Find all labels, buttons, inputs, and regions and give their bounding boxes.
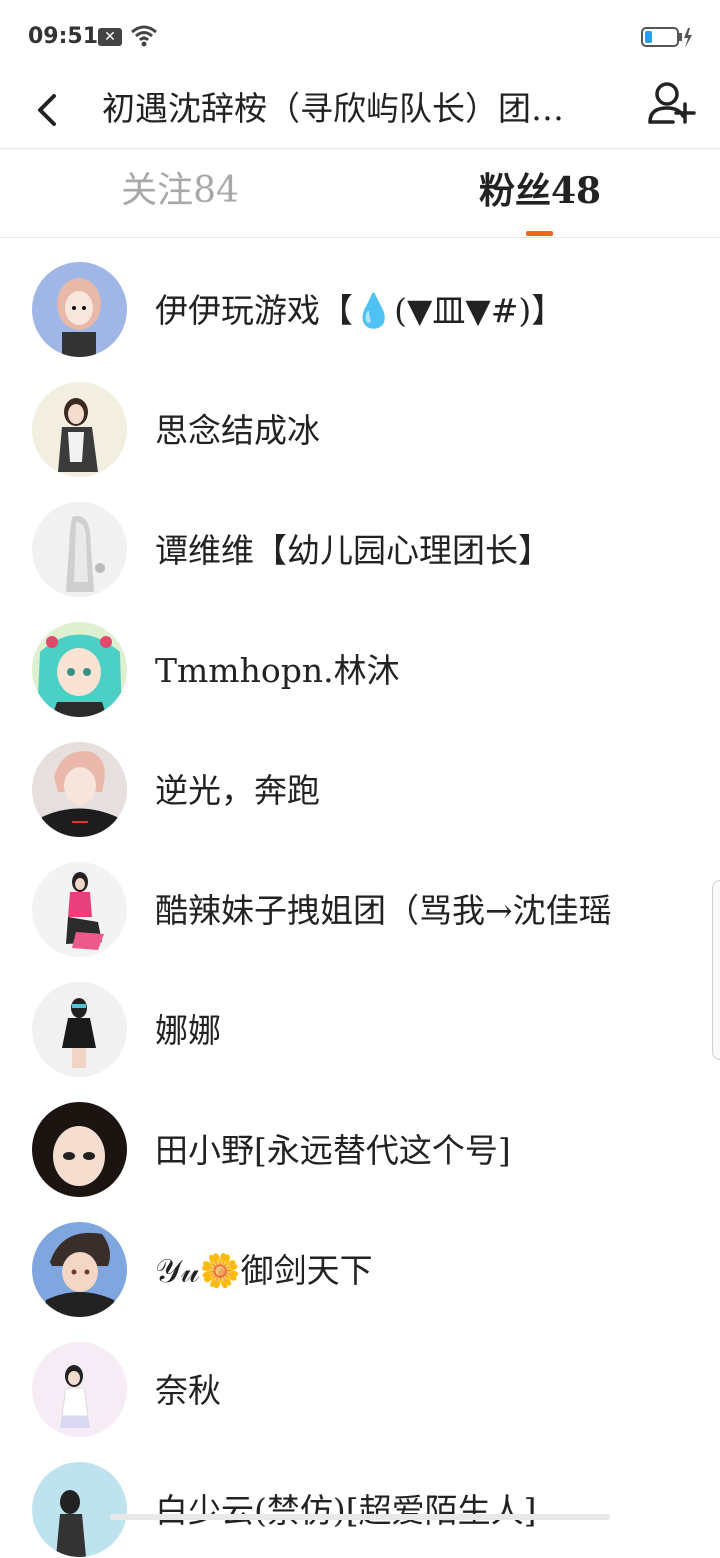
page-title: 初遇沈辞桉（寻欣屿队长）团…: [102, 89, 564, 128]
tab-bar: 关注84 粉丝48: [0, 149, 720, 238]
fan-name: 谭维维【幼儿园心理团长】: [155, 531, 551, 570]
add-user-button[interactable]: [645, 78, 701, 134]
list-item[interactable]: 谭维维【幼儿园心理团长】: [0, 478, 720, 598]
list-item[interactable]: 奈秋: [0, 1318, 720, 1438]
list-item[interactable]: 思念结成冰: [0, 358, 720, 478]
avatar: [32, 742, 127, 837]
list-item[interactable]: Tmmhopn.林沐: [0, 598, 720, 718]
list-item[interactable]: 𝒴𝓊🌼御剑天下: [0, 1198, 720, 1318]
list-item[interactable]: 酷辣妹子拽姐团（骂我→沈佳瑶: [0, 838, 720, 958]
fan-name: 逆光，奔跑: [155, 771, 320, 810]
fan-name: 伊伊玩游戏【💧(▼皿▼#)】: [155, 291, 565, 330]
fan-name: 田小野[永远替代这个号]: [155, 1131, 511, 1170]
fan-name: Tmmhopn.林沐: [155, 651, 400, 690]
list-item[interactable]: 伊伊玩游戏【💧(▼皿▼#)】: [0, 238, 720, 358]
fan-name: 酷辣妹子拽姐团（骂我→沈佳瑶: [155, 891, 612, 930]
avatar: [32, 1462, 127, 1557]
back-button[interactable]: [28, 82, 68, 138]
fan-name: 思念结成冰: [155, 411, 320, 450]
list-item[interactable]: 田小野[永远替代这个号]: [0, 1078, 720, 1198]
tab-following[interactable]: 关注84: [0, 149, 360, 237]
list-item[interactable]: 白少云(禁仿)[超爱陌生人]: [0, 1438, 720, 1558]
avatar: [32, 262, 127, 357]
header: 初遇沈辞桉（寻欣屿队长）团…: [0, 72, 720, 149]
chevron-left-icon: [38, 94, 56, 126]
avatar: [32, 1222, 127, 1317]
avatar: [32, 382, 127, 477]
scrollbar-handle[interactable]: [712, 880, 720, 1060]
list-item[interactable]: 娜娜: [0, 958, 720, 1078]
avatar: [32, 982, 127, 1077]
fan-name: 白少云(禁仿)[超爱陌生人]: [155, 1491, 537, 1530]
fan-name: 娜娜: [155, 1011, 221, 1050]
tab-fans[interactable]: 粉丝48: [360, 149, 720, 237]
add-user-icon: [648, 82, 696, 124]
notification-icon: ✕: [98, 28, 122, 46]
avatar: [32, 1102, 127, 1197]
battery-icon: [641, 27, 692, 48]
status-time: 09:51: [28, 24, 99, 49]
status-bar: 09:51 ✕: [0, 0, 720, 72]
fans-list: 伊伊玩游戏【💧(▼皿▼#)】 思念结成冰 谭维维【幼儿园心理团长】 Tmmhop…: [0, 238, 720, 1558]
fan-name: 奈秋: [155, 1371, 221, 1410]
wifi-icon: [131, 25, 157, 47]
avatar: [32, 1342, 127, 1437]
tab-active-indicator: [526, 231, 553, 236]
avatar: [32, 622, 127, 717]
gesture-bar[interactable]: [110, 1514, 610, 1520]
avatar: [32, 502, 127, 597]
fan-name: 𝒴𝓊🌼御剑天下: [155, 1251, 373, 1290]
avatar: [32, 862, 127, 957]
list-item[interactable]: 逆光，奔跑: [0, 718, 720, 838]
